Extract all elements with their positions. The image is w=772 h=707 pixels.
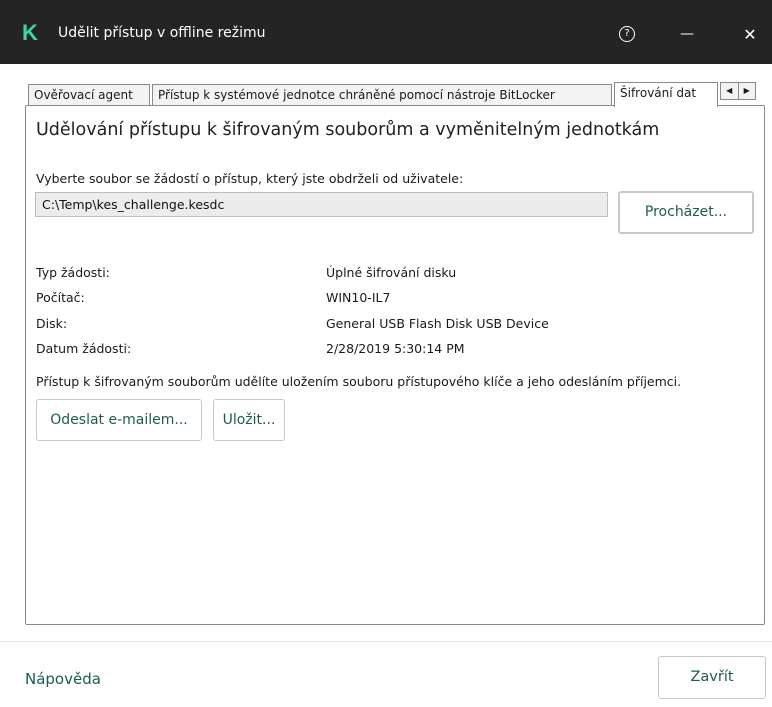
tab-sifrovani-dat[interactable]: Šifrování dat [614, 82, 718, 107]
tab-label: Ověřovací agent [34, 88, 133, 102]
info-row-request-date: Datum žádosti: 2/28/2019 5:30:14 PM [36, 341, 465, 359]
question-icon: ? [619, 26, 635, 42]
tab-panel: Udělování přístupu k šifrovaným souborům… [25, 105, 765, 625]
info-row-computer: Počítač: WIN10-IL7 [36, 290, 390, 308]
info-value: WIN10-IL7 [326, 290, 391, 305]
close-button[interactable]: Zavřít [658, 656, 766, 699]
window-title: Udělit přístup v offline režimu [58, 25, 266, 41]
info-value: General USB Flash Disk USB Device [326, 316, 549, 331]
tab-bitlocker[interactable]: Přístup k systémové jednotce chráněné po… [152, 84, 612, 105]
info-value: Úplné šifrování disku [326, 265, 457, 280]
title-bar: K Udělit přístup v offline režimu ? — ✕ [0, 0, 772, 64]
info-label: Počítač: [36, 290, 85, 305]
file-path-field[interactable] [35, 192, 608, 217]
browse-button[interactable]: Procházet... [618, 191, 754, 234]
panel-heading: Udělování přístupu k šifrovaným souborům… [36, 120, 660, 140]
tab-label: Šifrování dat [620, 86, 697, 100]
save-button[interactable]: Uložit... [213, 399, 285, 441]
info-label: Disk: [36, 316, 68, 331]
info-value: 2/28/2019 5:30:14 PM [326, 341, 465, 356]
help-button[interactable]: ? [607, 14, 647, 54]
tab-overovaci-agent[interactable]: Ověřovací agent [28, 84, 150, 105]
send-email-button[interactable]: Odeslat e-mailem... [36, 399, 202, 441]
info-row-request-type: Typ žádosti: Úplné šifrování disku [36, 265, 456, 283]
tab-scroll-right-icon[interactable]: ▶ [739, 83, 756, 99]
kaspersky-logo-icon: K [22, 20, 38, 45]
minimize-button[interactable]: — [667, 14, 707, 54]
minimize-icon: — [680, 26, 694, 42]
file-prompt: Vyberte soubor se žádostí o přístup, kte… [36, 171, 464, 186]
tab-scroll-left-icon[interactable]: ◀ [721, 83, 739, 99]
tab-scroll-buttons: ◀ ▶ [720, 82, 756, 100]
access-note: Přístup k šifrovaným souborům udělíte ul… [36, 374, 682, 389]
tab-label: Přístup k systémové jednotce chráněné po… [158, 88, 555, 102]
close-icon: ✕ [743, 24, 757, 44]
info-label: Datum žádosti: [36, 341, 132, 356]
close-window-button[interactable]: ✕ [730, 14, 770, 54]
info-row-disk: Disk: General USB Flash Disk USB Device [36, 316, 549, 334]
info-label: Typ žádosti: [36, 265, 110, 280]
help-link[interactable]: Nápověda [25, 670, 101, 688]
footer-divider [0, 641, 772, 642]
